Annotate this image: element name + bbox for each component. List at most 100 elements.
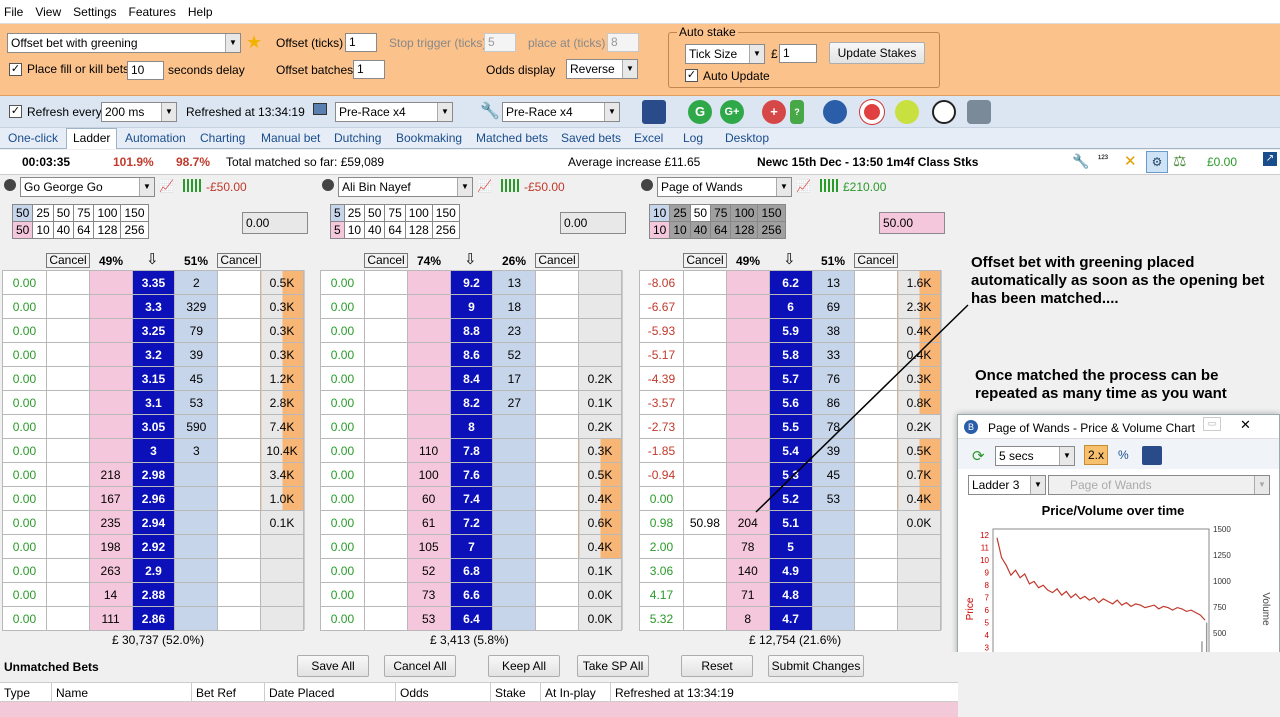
- lay-cell[interactable]: 105: [406, 534, 451, 559]
- back-cell[interactable]: [492, 558, 537, 583]
- price-cell[interactable]: 6.2: [768, 270, 813, 295]
- ladder-select[interactable]: Ladder 3 ▼: [968, 475, 1046, 495]
- tab-automation[interactable]: Automation: [125, 131, 186, 145]
- price-cell[interactable]: 2.92: [131, 534, 176, 559]
- back-cell[interactable]: 13: [811, 270, 856, 295]
- fill-seconds-input[interactable]: 10: [127, 61, 164, 80]
- cancel-all-button[interactable]: Cancel All: [384, 655, 456, 677]
- stake-option[interactable]: 50: [52, 204, 75, 222]
- lay-cell[interactable]: [406, 342, 451, 367]
- custom-stake-input[interactable]: 50.00: [879, 212, 945, 234]
- percent-toggle[interactable]: %: [1118, 448, 1129, 462]
- wrench-icon[interactable]: 🔧: [1072, 153, 1089, 170]
- back-cell[interactable]: [492, 534, 537, 559]
- price-cell[interactable]: 3.15: [131, 366, 176, 391]
- back-cell[interactable]: [492, 582, 537, 607]
- back-cell[interactable]: [174, 606, 219, 631]
- price-cell[interactable]: 5: [768, 534, 813, 559]
- strategy-select[interactable]: Offset bet with greening ▼: [7, 33, 241, 53]
- price-cell[interactable]: 2.98: [131, 462, 176, 487]
- stake-option[interactable]: 5: [330, 221, 345, 239]
- back-cell[interactable]: [174, 486, 219, 511]
- lay-cell[interactable]: 100: [406, 462, 451, 487]
- back-cell[interactable]: 329: [174, 294, 219, 319]
- back-cell[interactable]: [174, 510, 219, 535]
- stake-option[interactable]: 64: [73, 221, 95, 239]
- arrow-down-icon[interactable]: ⇩: [783, 250, 796, 268]
- lay-cell[interactable]: 73: [406, 582, 451, 607]
- back-cell[interactable]: [492, 510, 537, 535]
- my-bet-cell[interactable]: [682, 294, 727, 319]
- my-back-cell[interactable]: [217, 342, 261, 367]
- lay-cell[interactable]: [406, 366, 451, 391]
- my-bet-cell[interactable]: [45, 582, 90, 607]
- my-back-cell[interactable]: [217, 414, 261, 439]
- back-cell[interactable]: [492, 606, 537, 631]
- my-bet-cell[interactable]: [363, 342, 408, 367]
- my-bet-cell[interactable]: [363, 294, 408, 319]
- stake-option[interactable]: 25: [32, 204, 54, 222]
- stake-option[interactable]: 40: [52, 221, 75, 239]
- interval-select[interactable]: 5 secs ▼: [995, 446, 1075, 466]
- my-back-cell[interactable]: [854, 270, 899, 295]
- my-back-cell[interactable]: [535, 318, 580, 343]
- auto-update-checkbox[interactable]: ✓: [685, 69, 698, 82]
- refresh-icon[interactable]: ⟳: [972, 447, 985, 465]
- my-bet-cell[interactable]: [45, 366, 90, 391]
- menu-file[interactable]: File: [4, 5, 23, 19]
- back-cell[interactable]: 39: [174, 342, 219, 367]
- price-cell[interactable]: 6.8: [449, 558, 494, 583]
- my-bet-cell[interactable]: [45, 270, 90, 295]
- menu-features[interactable]: Features: [129, 5, 176, 19]
- pin-icon[interactable]: [1142, 446, 1162, 465]
- lay-cell[interactable]: [88, 270, 133, 295]
- col-type[interactable]: Type: [0, 683, 52, 703]
- stake-option[interactable]: 128: [404, 221, 433, 239]
- price-cell[interactable]: 8.8: [449, 318, 494, 343]
- my-back-cell[interactable]: [217, 462, 261, 487]
- price-cell[interactable]: 2.9: [131, 558, 176, 583]
- my-bet-cell[interactable]: [45, 438, 90, 463]
- my-bet-cell[interactable]: 50.98: [682, 510, 727, 535]
- stake-option[interactable]: 256: [757, 221, 786, 239]
- runner-select[interactable]: Ali Bin Nayef ▼: [338, 177, 473, 197]
- profile-select-1[interactable]: Pre-Race x4 ▼: [335, 102, 453, 122]
- volume-icon[interactable]: [501, 179, 519, 192]
- col-stake[interactable]: Stake: [491, 683, 541, 703]
- my-back-cell[interactable]: [535, 486, 580, 511]
- back-cell[interactable]: 27: [492, 390, 537, 415]
- gear-icon[interactable]: ⚙: [1146, 151, 1168, 173]
- back-cell[interactable]: 590: [174, 414, 219, 439]
- chart-icon[interactable]: 📈: [477, 179, 492, 193]
- my-bet-cell[interactable]: [45, 558, 90, 583]
- price-cell[interactable]: 7.4: [449, 486, 494, 511]
- stake-option[interactable]: 25: [669, 204, 691, 222]
- price-cell[interactable]: 7.8: [449, 438, 494, 463]
- back-cell[interactable]: [492, 414, 537, 439]
- zoom-toggle[interactable]: 2.x: [1084, 445, 1108, 465]
- runner-select[interactable]: Go George Go ▼: [20, 177, 155, 197]
- cancel-lay-button[interactable]: Cancel: [46, 253, 90, 268]
- cancel-back-button[interactable]: Cancel: [854, 253, 898, 268]
- volume-icon[interactable]: [820, 179, 838, 192]
- my-back-cell[interactable]: [217, 366, 261, 391]
- back-cell[interactable]: 18: [492, 294, 537, 319]
- my-back-cell[interactable]: [535, 534, 580, 559]
- my-back-cell[interactable]: [535, 510, 580, 535]
- back-cell[interactable]: [492, 438, 537, 463]
- my-back-cell[interactable]: [217, 510, 261, 535]
- my-back-cell[interactable]: [854, 558, 899, 583]
- col-date-placed[interactable]: Date Placed: [265, 683, 396, 703]
- price-cell[interactable]: 4.9: [768, 558, 813, 583]
- stake-option[interactable]: 128: [730, 221, 759, 239]
- stake-option[interactable]: 100: [93, 204, 122, 222]
- lay-cell[interactable]: [88, 342, 133, 367]
- price-cell[interactable]: 7.2: [449, 510, 494, 535]
- col-name[interactable]: Name: [52, 683, 192, 703]
- tab-excel[interactable]: Excel: [634, 131, 663, 145]
- lay-cell[interactable]: 140: [725, 558, 770, 583]
- scales-icon[interactable]: ⚖: [1173, 152, 1186, 170]
- cancel-lay-button[interactable]: Cancel: [364, 253, 408, 268]
- stop-trigger-input[interactable]: 5: [484, 33, 516, 52]
- lay-cell[interactable]: [88, 318, 133, 343]
